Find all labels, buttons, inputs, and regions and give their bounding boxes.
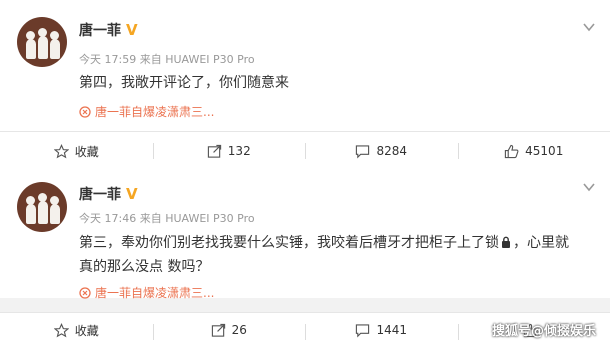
comment-button[interactable]: 1441: [305, 313, 458, 347]
comment-icon: [355, 323, 370, 338]
author-name[interactable]: 唐一菲V: [79, 20, 138, 40]
topic-tag[interactable]: 唐一菲自爆凌潇肃三...: [79, 103, 214, 120]
comment-button[interactable]: 8284: [305, 132, 458, 170]
favorite-button[interactable]: 收藏: [0, 313, 153, 347]
post-source: 来自 HUAWEI P30 Pro: [140, 212, 255, 225]
repost-button[interactable]: 26: [153, 313, 306, 347]
topic-tag-icon: [79, 287, 91, 299]
post-text: 第四，我敞开评论了，你们随意来: [79, 71, 579, 95]
post-meta: 今天 17:59 来自 HUAWEI P30 Pro: [79, 51, 255, 67]
like-icon: [504, 144, 519, 159]
chevron-down-icon[interactable]: [582, 180, 596, 194]
post-source: 来自 HUAWEI P30 Pro: [140, 53, 255, 66]
post-time[interactable]: 今天 17:46: [79, 212, 136, 225]
star-icon: [54, 323, 69, 338]
avatar[interactable]: [17, 182, 67, 232]
star-icon: [54, 144, 69, 159]
repost-icon: [211, 323, 226, 338]
chevron-down-icon[interactable]: [582, 20, 596, 34]
watermark: 搜狐号@倾掇娱乐: [492, 320, 596, 339]
favorite-button[interactable]: 收藏: [0, 132, 153, 170]
weibo-post-1: 唐一菲V 今天 17:59 来自 HUAWEI P30 Pro 第四，我敞开评论…: [0, 0, 610, 131]
post-time[interactable]: 今天 17:59: [79, 53, 136, 66]
verified-badge-icon: V: [126, 21, 138, 39]
action-bar-1: 收藏 132 8284 45101: [0, 131, 610, 170]
avatar[interactable]: [17, 17, 67, 67]
weibo-post-2: 唐一菲V 今天 17:46 来自 HUAWEI P30 Pro 第三，奉劝你们别…: [0, 169, 610, 298]
author-name[interactable]: 唐一菲V: [79, 184, 138, 204]
verified-badge-icon: V: [126, 185, 138, 203]
post-text: 第三，奉劝你们别老找我要什么实锤，我咬着后槽牙才把柜子上了锁，心里就 真的那么没…: [79, 231, 579, 279]
repost-button[interactable]: 132: [153, 132, 306, 170]
comment-icon: [355, 144, 370, 159]
topic-tag-icon: [79, 106, 91, 118]
repost-icon: [207, 144, 222, 159]
topic-tag[interactable]: 唐一菲自爆凌潇肃三...: [79, 284, 214, 301]
like-button[interactable]: 45101: [458, 132, 610, 170]
lock-icon: [501, 236, 511, 248]
post-meta: 今天 17:46 来自 HUAWEI P30 Pro: [79, 210, 255, 226]
